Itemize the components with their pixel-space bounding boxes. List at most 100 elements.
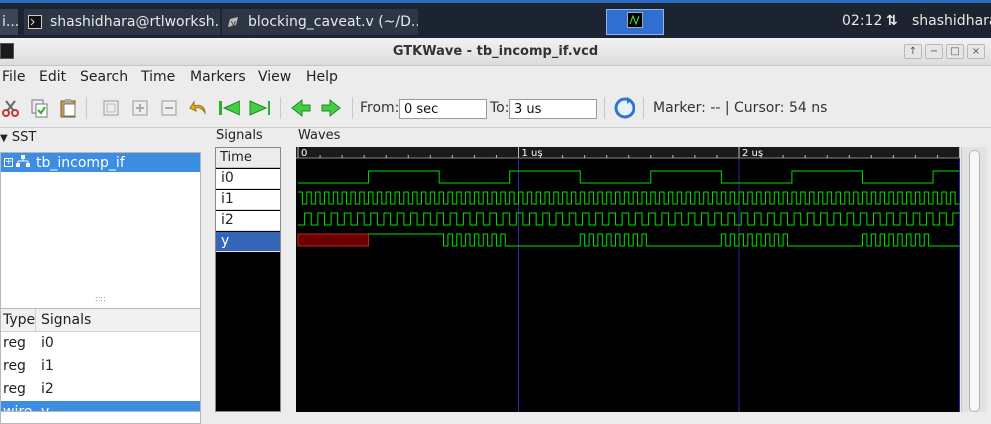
signals-pane: Signals Time i0 i1 i2 y (213, 128, 283, 412)
zoom-fit-icon[interactable] (100, 97, 122, 119)
signal-name: i1 (41, 358, 54, 374)
time-ruler (296, 147, 960, 158)
prev-edge-icon[interactable] (290, 97, 312, 119)
signal-list-header: Type Signals (1, 309, 200, 332)
ruler-tick-label: 2 us (742, 148, 763, 159)
taskbar-item-editor[interactable]: V blocking_caveat.v (~/D... (222, 9, 418, 35)
toolbar-separator (643, 97, 644, 119)
toolbar: From: To: Marker: -- | Cursor: 54 ns (0, 88, 991, 128)
window-title: GTKWave - tb_incomp_if.vcd (392, 44, 599, 59)
window-minimize-button[interactable]: − (925, 44, 943, 59)
menu-view[interactable]: View (258, 69, 291, 85)
signal-row-i0[interactable]: i0 (216, 169, 280, 189)
signal-row-y[interactable]: y (216, 232, 280, 252)
column-header-signals[interactable]: Signals (41, 312, 91, 328)
undo-zoom-icon[interactable] (188, 97, 210, 119)
from-time-input[interactable] (399, 99, 487, 119)
next-edge-icon[interactable] (320, 97, 342, 119)
marker-cursor-status: Marker: -- | Cursor: 54 ns (653, 100, 828, 116)
taskbar-item-terminal[interactable]: shashidhara@rtlworksh... (24, 9, 220, 35)
cut-icon[interactable] (0, 97, 22, 119)
tree-item-tb_incomp_if[interactable]: + tb_incomp_if (1, 153, 200, 172)
zoom-start-icon[interactable] (218, 97, 240, 119)
signals-title: Signals (216, 128, 263, 143)
expand-icon[interactable]: + (4, 158, 13, 167)
signal-name: i2 (41, 381, 54, 397)
terminal-icon (28, 15, 42, 29)
toolbar-separator (86, 97, 87, 119)
window-raise-button[interactable]: ↑ (904, 44, 922, 59)
list-item[interactable]: wire y (1, 401, 200, 412)
waves-pane: Waves 01 us2 us3 us (293, 128, 991, 412)
window-titlebar[interactable]: GTKWave - tb_incomp_if.vcd ↑ − □ × (0, 38, 991, 66)
waveform-background (296, 147, 960, 412)
gtkwave-icon (627, 12, 643, 32)
ruler-tick-label: 1 us (522, 148, 543, 159)
signal-name: y (41, 404, 50, 412)
trace-y-unknown (297, 233, 370, 247)
signal-type: reg (3, 335, 26, 351)
signal-name: i0 (41, 335, 54, 351)
toolbar-separator (280, 97, 281, 119)
menu-file[interactable]: File (2, 69, 25, 85)
waveform-canvas[interactable]: 01 us2 us3 us (296, 147, 960, 412)
clock: 02:12 (842, 13, 883, 29)
ruler-tick-label: 0 (301, 148, 307, 159)
zoom-end-icon[interactable] (248, 97, 270, 119)
list-item[interactable]: reg i1 (1, 355, 200, 378)
sst-header[interactable]: ▼ SST (0, 128, 205, 150)
signals-list[interactable]: Time i0 i1 i2 y (215, 147, 281, 412)
waves-title: Waves (298, 128, 341, 143)
copy-icon[interactable] (28, 97, 50, 119)
taskbar: i... shashidhara@rtlworksh... V blocking… (0, 0, 991, 38)
module-icon (16, 154, 30, 171)
taskbar-item-label: shashidhara@rtlworksh... (50, 14, 220, 30)
editor-icon: V (226, 15, 240, 29)
network-icon[interactable]: ⇅ (886, 13, 898, 29)
sst-title: SST (11, 130, 37, 145)
sst-panel: ▼ SST + tb_incomp_if ∷∷ Type Signals reg… (0, 128, 205, 424)
collapse-triangle-icon[interactable]: ▼ (0, 133, 8, 144)
toolbar-separator (604, 97, 605, 119)
taskbar-item-gtkwave[interactable] (606, 9, 664, 35)
signal-type: wire (3, 404, 33, 412)
paste-icon[interactable] (57, 97, 79, 119)
to-time-input[interactable] (509, 99, 597, 119)
pane-splitter[interactable] (283, 128, 293, 412)
menu-edit[interactable]: Edit (39, 69, 66, 85)
taskbar-item[interactable]: i... (0, 9, 18, 35)
zoom-in-icon[interactable] (129, 97, 151, 119)
menu-bar: File Edit Search Time Markers View Help (0, 66, 991, 88)
signal-type: reg (3, 358, 26, 374)
menu-time[interactable]: Time (141, 69, 175, 85)
from-label: From: (360, 100, 400, 116)
to-label: To: (490, 100, 510, 116)
tree-item-label: tb_incomp_if (36, 154, 125, 171)
scrollbar-thumb[interactable] (969, 150, 980, 412)
zoom-out-icon[interactable] (158, 97, 180, 119)
taskbar-item-label: i... (2, 14, 18, 30)
vertical-scrollbar[interactable] (961, 147, 987, 412)
signal-row-i1[interactable]: i1 (216, 190, 280, 210)
menu-search[interactable]: Search (80, 69, 128, 85)
sst-signal-list[interactable]: Type Signals reg i0 reg i1 reg i2 wire y (0, 308, 201, 412)
menu-help[interactable]: Help (306, 69, 338, 85)
window-close-button[interactable]: × (967, 44, 985, 59)
reload-icon[interactable] (613, 97, 635, 119)
column-header-type[interactable]: Type (3, 312, 35, 328)
taskbar-item-label: blocking_caveat.v (~/D... (248, 14, 418, 30)
time-row: Time (216, 148, 280, 168)
menu-markers[interactable]: Markers (190, 69, 246, 85)
window-maximize-button[interactable]: □ (946, 44, 964, 59)
list-item[interactable]: reg i0 (1, 332, 200, 355)
pane-divider-handle[interactable]: ∷∷ (0, 296, 201, 306)
column-divider (35, 309, 36, 332)
toolbar-separator (352, 97, 353, 119)
trace-i2 (298, 212, 960, 226)
user-name[interactable]: shashidhara (912, 13, 991, 29)
signal-row-i2[interactable]: i2 (216, 211, 280, 231)
signal-type: reg (3, 381, 26, 397)
list-item[interactable]: reg i2 (1, 378, 200, 401)
pane-splitter[interactable] (205, 128, 213, 412)
svg-text:V: V (231, 20, 236, 28)
